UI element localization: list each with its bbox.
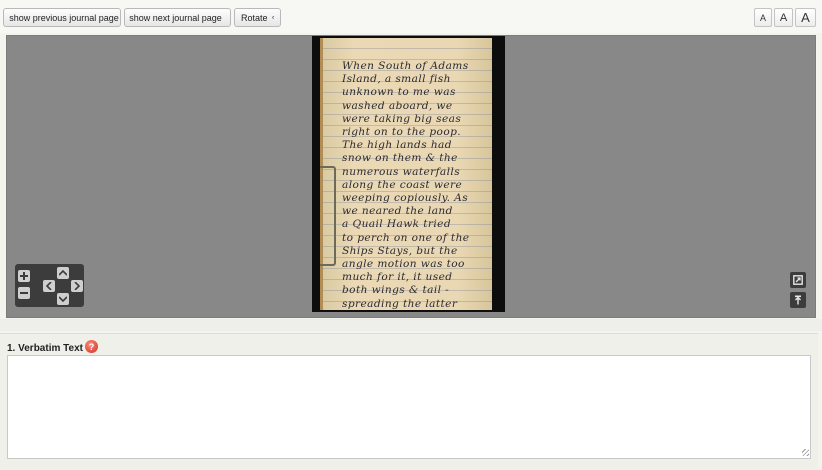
handwriting-line: right on to the poop. <box>342 126 462 139</box>
notebook-clasp <box>320 166 336 266</box>
handwriting-line: washed aboard, we <box>342 99 453 112</box>
font-size-medium-button[interactable]: A <box>774 8 793 27</box>
zoom-out-icon[interactable] <box>18 287 30 299</box>
pin-icon[interactable] <box>790 292 806 308</box>
image-viewer[interactable]: When South of Adams Island, a small fish u… <box>6 35 816 318</box>
handwriting-line: When South of Adams <box>342 60 469 72</box>
handwriting-line: both wings & tail - <box>342 284 450 297</box>
handwriting-line: to perch on one of the <box>342 231 470 244</box>
rotate-button[interactable]: Rotate <box>234 8 281 27</box>
font-size-small-button[interactable]: A <box>754 8 772 27</box>
handwritten-text: When South of Adams Island, a small fish u… <box>342 60 494 311</box>
navigation-control <box>15 264 84 307</box>
next-page-button[interactable]: show next journal page <box>124 8 231 27</box>
font-size-large-button[interactable]: A <box>795 8 816 27</box>
handwriting-line: Island, a small fish <box>342 73 451 86</box>
handwriting-line: angle motion was too <box>342 258 465 271</box>
pan-left-icon[interactable] <box>43 280 55 292</box>
verbatim-text-label: 1. Verbatim Text <box>7 343 83 354</box>
zoom-in-icon[interactable] <box>18 270 30 282</box>
toolbar: show previous journal page show next jou… <box>0 0 822 33</box>
fullscreen-icon[interactable] <box>790 272 806 288</box>
pan-up-icon[interactable] <box>57 267 69 279</box>
section-divider <box>0 319 822 331</box>
transcription-panel: 1. Verbatim Text ? <box>0 333 818 470</box>
previous-page-button[interactable]: show previous journal page <box>3 8 121 27</box>
handwriting-line: much for it, it used <box>342 271 453 284</box>
pan-right-icon[interactable] <box>71 280 83 292</box>
resize-handle-icon[interactable] <box>802 449 809 456</box>
handwriting-line: numerous waterfalls <box>342 165 461 178</box>
handwriting-line: were taking big seas <box>342 112 462 125</box>
verbatim-text-input[interactable] <box>7 355 811 459</box>
handwriting-line: unknown to me was <box>342 86 456 99</box>
help-icon[interactable]: ? <box>85 340 98 353</box>
journal-page-image: When South of Adams Island, a small fish u… <box>312 36 505 312</box>
handwriting-line: spreading the latter <box>342 297 458 310</box>
rotate-icon <box>271 16 274 19</box>
handwriting-line: snow on them & the <box>342 152 458 165</box>
journal-paper: When South of Adams Island, a small fish u… <box>320 38 492 310</box>
handwriting-line: along the coast were <box>342 178 463 191</box>
handwriting-line: The high lands had <box>342 139 452 152</box>
handwriting-line: we neared the land <box>342 205 453 218</box>
pan-down-icon[interactable] <box>57 293 69 305</box>
handwriting-line: a Quail Hawk tried <box>342 218 452 231</box>
handwriting-line: weeping copiously. As <box>342 192 469 205</box>
handwriting-line: Ships Stays, but the <box>342 244 458 257</box>
